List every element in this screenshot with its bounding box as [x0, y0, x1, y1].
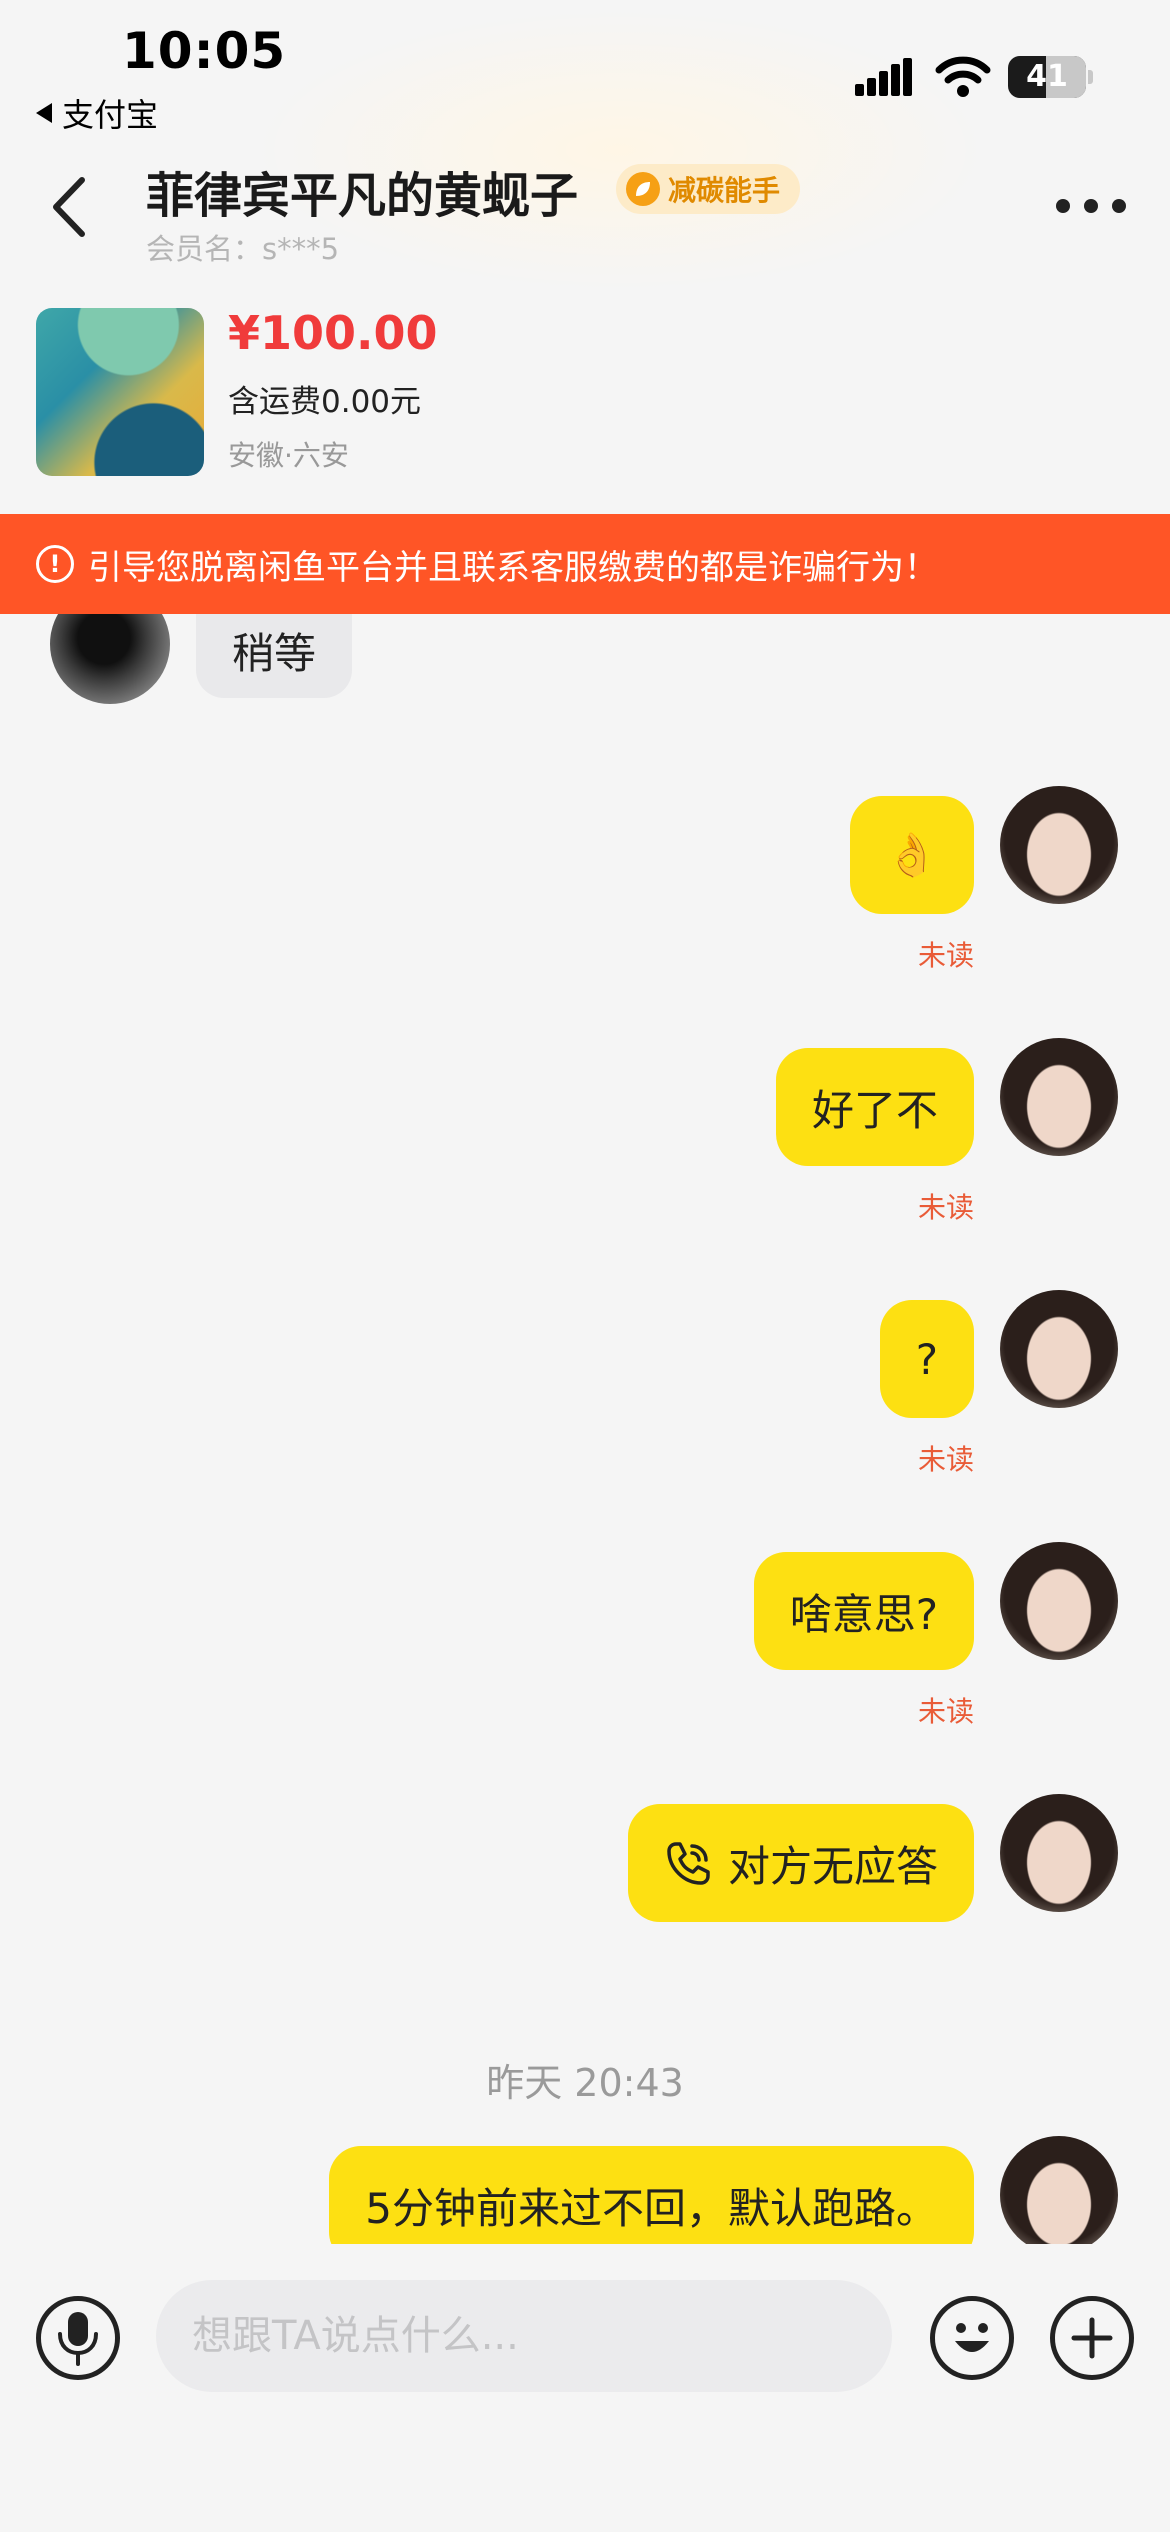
- status-time: 10:05: [122, 22, 287, 80]
- my-avatar[interactable]: [1000, 2136, 1118, 2244]
- product-shipping: 含运费0.00元: [228, 384, 422, 420]
- carbon-badge[interactable]: 减碳能手: [616, 164, 801, 214]
- unread-status: 未读: [917, 1443, 974, 1476]
- my-avatar[interactable]: [1000, 1542, 1118, 1660]
- chat-title: 菲律宾平凡的黄蚬子: [146, 168, 579, 224]
- phone-call-icon: [667, 1842, 710, 1885]
- microphone-icon[interactable]: [36, 2296, 120, 2380]
- call-record-bubble[interactable]: 对方无应答: [627, 1804, 974, 1922]
- call-record-label: 对方无应答: [727, 1841, 938, 1891]
- message-bubble-sent[interactable]: 5分钟前来过不回，默认跑路。: [329, 2146, 974, 2244]
- battery-level: 41: [1026, 59, 1068, 94]
- warning-text: 引导您脱离闲鱼平台并且联系客服缴费的都是诈骗行为！: [88, 547, 938, 588]
- message-bubble-received[interactable]: 稍等: [196, 614, 353, 698]
- unread-status: 未读: [917, 939, 974, 972]
- message-bubble-sent[interactable]: 👌: [849, 796, 974, 914]
- leaf-icon: [626, 172, 660, 206]
- back-to-app-link[interactable]: 支付宝: [36, 90, 158, 136]
- my-avatar[interactable]: [1000, 1038, 1118, 1156]
- message-timestamp: 昨天 20:43: [486, 2061, 684, 2105]
- alert-icon: !: [36, 545, 74, 583]
- badge-label: 减碳能手: [668, 174, 781, 207]
- fraud-warning-banner: ! 引导您脱离闲鱼平台并且联系客服缴费的都是诈骗行为！: [0, 514, 1170, 614]
- product-location: 安徽·六安: [228, 439, 349, 472]
- wifi-icon: [935, 56, 991, 97]
- back-triangle-icon: [36, 103, 52, 123]
- input-bar: [0, 2244, 1170, 2532]
- my-avatar[interactable]: [1000, 786, 1118, 904]
- message-bubble-sent[interactable]: 啥意思?: [753, 1552, 974, 1670]
- back-chevron-icon[interactable]: [46, 172, 96, 242]
- more-options-icon[interactable]: [1056, 196, 1126, 216]
- message-bubble-sent[interactable]: ?: [879, 1300, 974, 1418]
- plus-icon[interactable]: [1050, 2296, 1134, 2380]
- product-thumbnail[interactable]: [36, 308, 204, 476]
- chat-area[interactable]: 稍等 👌 未读 好了不 未读 ? 未读 啥意思? 未读 对方无应答 昨天 20:…: [0, 614, 1170, 2244]
- message-input[interactable]: [156, 2280, 892, 2392]
- unread-status: 未读: [917, 1191, 974, 1224]
- my-avatar[interactable]: [1000, 1794, 1118, 1912]
- cellular-signal-icon: [855, 58, 912, 96]
- other-user-avatar[interactable]: [50, 614, 170, 704]
- unread-status: 未读: [917, 1695, 974, 1728]
- my-avatar[interactable]: [1000, 1290, 1118, 1408]
- message-bubble-sent[interactable]: 好了不: [775, 1048, 974, 1166]
- member-name: 会员名：s***5: [146, 232, 340, 266]
- product-price: ¥100.00: [228, 306, 438, 360]
- emoji-icon[interactable]: [930, 2296, 1014, 2380]
- back-app-label: 支付宝: [62, 96, 159, 134]
- status-bar: 10:05 支付宝 41: [0, 0, 1170, 134]
- battery-icon: 41: [1008, 56, 1093, 98]
